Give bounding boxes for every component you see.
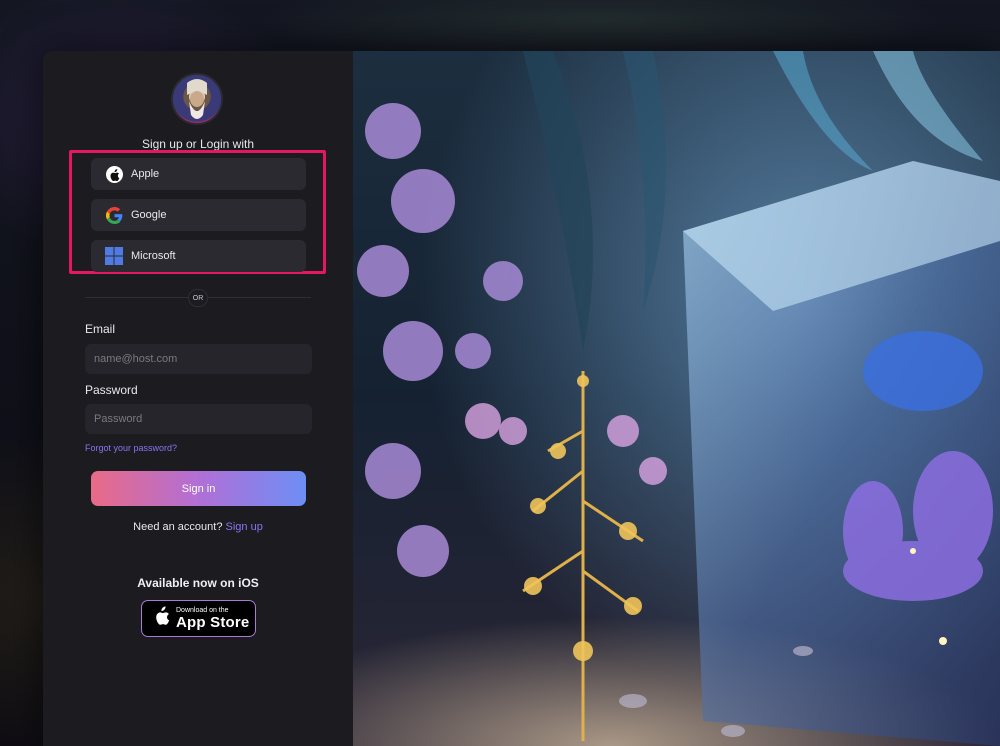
need-account-row: Need an account? Sign up — [43, 521, 353, 533]
fantasy-artwork-image — [353, 51, 1000, 746]
google-login-label: Google — [131, 209, 167, 221]
microsoft-icon — [105, 247, 123, 265]
apple-login-button[interactable]: Apple — [91, 158, 306, 190]
google-icon — [105, 206, 123, 224]
login-panel: Sign up or Login with Apple Google Micro… — [43, 51, 353, 746]
wizard-avatar-logo — [171, 73, 223, 125]
app-store-badge[interactable]: Download on the App Store — [141, 600, 256, 637]
app-store-text: Download on the App Store — [176, 607, 249, 631]
email-label: Email — [85, 322, 116, 336]
or-badge: OR — [188, 289, 208, 307]
microsoft-login-button[interactable]: Microsoft — [91, 240, 306, 272]
ios-availability-text: Available now on iOS — [137, 576, 259, 590]
email-input[interactable] — [85, 344, 312, 374]
login-heading: Sign up or Login with — [141, 137, 255, 151]
password-input[interactable] — [85, 404, 312, 434]
microsoft-login-label: Microsoft — [131, 250, 176, 262]
or-divider: OR — [85, 289, 311, 307]
apple-login-label: Apple — [131, 168, 160, 180]
apple-icon — [105, 165, 123, 183]
sign-in-button[interactable]: Sign in — [91, 471, 306, 506]
sign-up-link[interactable]: Sign up — [226, 521, 263, 533]
forgot-password-link[interactable]: Forgot your password? — [85, 443, 177, 453]
login-card: Sign up or Login with Apple Google Micro… — [43, 51, 1000, 746]
password-label: Password — [85, 383, 138, 397]
apple-logo-icon — [152, 605, 170, 632]
google-login-button[interactable]: Google — [91, 199, 306, 231]
need-account-text: Need an account? — [133, 521, 223, 533]
app-store-big-text: App Store — [176, 613, 250, 631]
